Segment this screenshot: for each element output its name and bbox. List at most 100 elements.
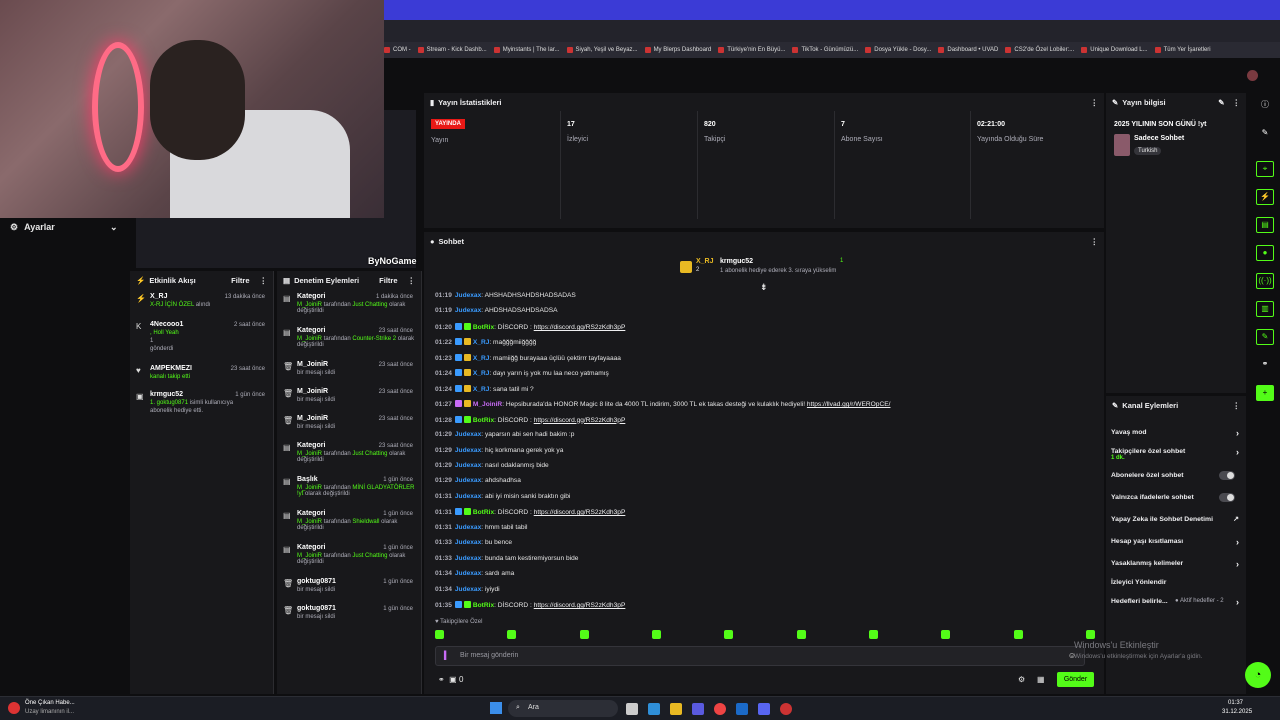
activity-item[interactable]: ⚡ X_RJ X-RJ İÇİN ÖZEL alındı 13 dakika önce [130,289,273,317]
moderation-item[interactable]: ▤ Kategori M_JoiniR tarafından Just Chatti… [277,540,421,574]
gift-icon[interactable]: ▦ [1037,675,1045,684]
more-icon[interactable]: ⋮ [260,276,268,285]
bookmark-item[interactable]: CS2'de Özel Lobiler:... [1005,47,1074,53]
lightning-icon[interactable]: ⚡ [1256,189,1274,205]
floating-chat-icon[interactable]: ◔ [1245,662,1271,688]
message-link[interactable]: https://discord.gg/RS2zKdh3pP [534,509,626,516]
moderation-item[interactable]: 🗑 M_JoiniR bir mesajı sildi 23 saat önce [277,411,421,438]
clock-time[interactable]: 01:37 [1228,700,1243,706]
message-username[interactable]: Judexax [455,493,481,500]
bookmark-item[interactable]: Tüm Yer İşaretleri [1154,47,1211,53]
bookmark-item[interactable]: My Blerps Dashboard [644,47,711,53]
bookmark-item[interactable]: Unique Download L... [1081,47,1148,53]
chat-settings-icon[interactable]: ⚙ [1018,675,1025,684]
news-icon[interactable] [8,702,20,714]
task-view-icon[interactable] [626,703,638,715]
moderation-item[interactable]: ▤ Kategori M_JoiniR tarafından Just Chatti… [277,438,421,472]
activity-item[interactable]: ▣ krmguc52 1. goktug0871 isimli kullanıcıy… [130,387,273,427]
message-username[interactable]: BotRix [473,602,494,609]
activity-filter-button[interactable]: Filtre [231,276,249,285]
message-username[interactable]: Judexax [455,447,481,454]
bookmark-item[interactable]: Siyah, Yeşil ve Beyaz... [566,47,638,53]
pinned-leaderboard[interactable]: X_RJ 2 krmguc52 1 1 abonelik hediye eder… [680,258,860,280]
more-icon[interactable]: ⋮ [1091,98,1099,107]
fullscreen-icon[interactable]: ⌖ [1256,161,1274,177]
message-link[interactable]: https://discord.gg/RS2zKdh3pP [534,324,626,331]
share-icon[interactable]: ⚭ [1256,357,1274,373]
toggle-switch[interactable] [1219,493,1235,502]
chrome-icon[interactable] [714,703,726,715]
points-indicator[interactable]: ⚭ ▣ 0 [438,675,463,684]
moderation-filter-button[interactable]: Filtre [379,276,397,285]
moderation-item[interactable]: ▤ Kategori M_JoiniR tarafından Shieldwall … [277,506,421,540]
chat-icon[interactable]: ● [1256,245,1274,261]
channel-action-item[interactable]: İzleyici Yönlendir [1111,579,1241,586]
message-username[interactable]: Judexax [455,586,481,593]
message-username[interactable]: BotRix [473,417,494,424]
channel-action-item[interactable]: Hesap yaşı kısıtlaması › [1111,537,1241,547]
channel-action-item[interactable]: Yalnızca ifadelerle sohbet [1111,493,1241,502]
moderation-item[interactable]: 🗑 M_JoiniR bir mesajı sildi 23 saat önce [277,384,421,411]
message-username[interactable]: X_RJ [473,339,490,346]
channel-action-item[interactable]: Hedefleri belirle... ● Aktif hedefler - 2… [1111,597,1241,607]
moderation-item[interactable]: ▤ Kategori M_JoiniR tarafından Just Chatti… [277,289,421,323]
message-username[interactable]: Judexax [455,555,481,562]
chat-input[interactable]: Bir mesaj gönderin [460,652,518,659]
toggle-switch[interactable] [1219,471,1235,480]
moderation-item[interactable]: ▤ Kategori M_JoiniR tarafından Counter-Str… [277,323,421,357]
news-title[interactable]: Öne Çıkan Habe... [25,700,75,706]
bookmark-item[interactable]: Türkiye'nin En Büyü... [718,47,785,53]
more-icon[interactable]: ⋮ [1091,237,1099,246]
message-username[interactable]: Judexax [455,539,481,546]
avatar[interactable] [1247,70,1258,81]
bookmark-item[interactable]: Dashboard • UVAD [938,47,998,53]
edit-icon[interactable]: ✎ [1218,98,1224,107]
mic-icon[interactable]: ▍ [444,651,450,660]
channel-action-item[interactable]: Yasaklanmış kelimeler › [1111,559,1241,569]
pencil-icon[interactable]: ✎ [1256,126,1274,142]
plus-icon[interactable]: + [1256,385,1274,401]
doc-icon[interactable]: ▤ [1256,217,1274,233]
info-icon[interactable]: ⓘ [1256,98,1274,114]
bookmark-item[interactable]: Myinstants | The lar... [493,47,560,53]
bookmark-item[interactable]: Dosya Yükle - Dosy... [865,47,931,53]
message-username[interactable]: M_JoiniR [473,401,502,408]
message-username[interactable]: Judexax [455,431,481,438]
moderation-item[interactable]: 🗑 goktug0871 bir mesajı sildi 1 gün önce [277,574,421,601]
settings-bar[interactable]: ⚙ Ayarlar ⌄ [0,218,130,236]
channel-action-item[interactable]: Takipçilere özel sohbet 1 dk. › [1111,447,1241,461]
bookmark-item[interactable]: COM - [384,47,411,53]
message-username[interactable]: X_RJ [473,355,490,362]
moderation-item[interactable]: ▤ Başlık M_JoiniR tarafından MİNİ GLADYATÖ… [277,472,421,506]
windows-start-icon[interactable] [490,702,502,714]
message-username[interactable]: Judexax [455,524,481,531]
message-username[interactable]: X_RJ [473,386,490,393]
activity-item[interactable]: K 4Necooo1, Holl Yeah 1 gönderdi 2 saat önc… [130,317,273,361]
activity-item[interactable]: ♥ AMPEKMEZI kanalı takip etti 23 saat önce [130,361,273,387]
store-icon[interactable] [692,703,704,715]
discord-icon[interactable] [758,703,770,715]
channel-action-item[interactable]: Yavaş mod › [1111,428,1241,438]
broadcast-icon[interactable]: ((·)) [1256,273,1274,289]
more-icon[interactable]: ⋮ [408,276,416,285]
scroll-down-icon[interactable]: ⇟ [760,282,768,293]
edge-icon[interactable] [648,703,660,715]
message-username[interactable]: Judexax [455,570,481,577]
more-icon[interactable]: ⋮ [1233,401,1241,410]
bookmark-item[interactable]: Stream - Kick Dashb... [417,47,487,53]
message-username[interactable]: Judexax [455,462,481,469]
message-username[interactable]: BotRix [473,509,494,516]
taskbar-search[interactable]: ⌕ Ara [508,700,618,717]
channel-action-item[interactable]: Yapay Zeka ile Sohbet Denetimi ↗ [1111,516,1241,523]
message-link[interactable]: https://discord.gg/RS2zKdh3pP [534,602,626,609]
message-username[interactable]: X_RJ [473,370,490,377]
layout-icon[interactable]: ▥ [1256,301,1274,317]
tool-icon[interactable]: ✎ [1256,329,1274,345]
more-icon[interactable]: ⋮ [1233,98,1241,107]
moderation-item[interactable]: 🗑 M_JoiniR bir mesajı sildi 23 saat önce [277,357,421,384]
app-icon[interactable] [780,703,792,715]
message-link[interactable]: https://llvad.gg/r/WEROpCE/ [807,401,891,408]
message-username[interactable]: BotRix [473,324,494,331]
bookmark-item[interactable]: TikTok - Günümüzü... [792,47,858,53]
message-username[interactable]: Judexax [455,292,481,299]
